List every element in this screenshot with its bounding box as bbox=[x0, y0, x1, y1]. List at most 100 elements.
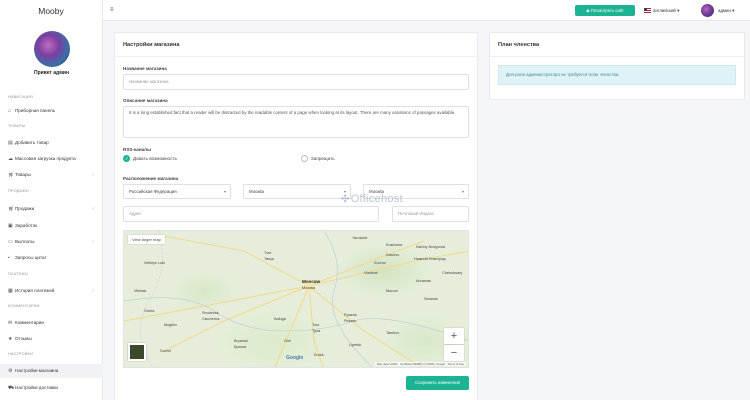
membership-notice: Для роли администратора не требуется пла… bbox=[498, 65, 736, 85]
map-label-vladimir: Vladimir bbox=[364, 271, 378, 275]
map-label-ryazan-ru: Рязань bbox=[344, 319, 357, 323]
map-label-nizhny-ru: Нижний Новгород bbox=[414, 257, 446, 261]
map-label-yaroslavl: Yaroslavl bbox=[352, 236, 368, 240]
wallet-icon: ▣ bbox=[8, 223, 13, 229]
map-label-tula-ru: Тула bbox=[312, 329, 321, 333]
address-input[interactable]: Адрес bbox=[123, 206, 379, 222]
map-zoom-out-button[interactable]: − bbox=[444, 345, 464, 361]
sidebar-item-comments[interactable]: ✉ Комментарии bbox=[0, 316, 103, 330]
store-description-label: Описание магазина bbox=[123, 98, 168, 103]
sidebar-item-products[interactable]: 🛒︎Товары ‹ bbox=[0, 168, 103, 182]
map-label-kovrov: Kovrov bbox=[374, 261, 386, 265]
map-satellite-toggle[interactable] bbox=[128, 343, 146, 361]
chevron-left-icon: ‹ bbox=[92, 172, 94, 178]
sidebar-item-add-product[interactable]: ▤ Добавить товар bbox=[0, 136, 103, 150]
divider bbox=[490, 56, 744, 57]
card-title-membership: План членства bbox=[498, 42, 540, 48]
save-changes-button[interactable]: Сохранить изменения bbox=[406, 376, 469, 390]
map-label-moscow-ru: Москва bbox=[302, 286, 315, 290]
star-icon: ★ bbox=[8, 336, 13, 342]
radio-checked-icon bbox=[123, 155, 130, 163]
nav-section-comments: КОММЕНТАРИИ bbox=[8, 304, 40, 308]
map-label-kursk: Kursk bbox=[314, 353, 324, 357]
caret-down-icon: ▾ bbox=[677, 8, 680, 13]
map-attribution[interactable]: Map data ©2022 · GeoBasis-DE/BKG (©2009)… bbox=[374, 362, 466, 366]
map-label-ivanovo: Ivanovo bbox=[386, 253, 400, 257]
sidebar-item-bulk-upload[interactable]: ☁ Массовая загрузка продукта bbox=[0, 152, 103, 166]
store-location-label: Расположение магазина bbox=[123, 176, 179, 181]
caret-down-icon: ▾ bbox=[732, 8, 735, 13]
map-label-cheboksary: Cheboksary bbox=[442, 271, 463, 275]
chevron-left-icon: ‹ bbox=[92, 239, 94, 245]
money-icon: ▪ bbox=[8, 255, 10, 261]
home-icon: ⌂ bbox=[8, 108, 12, 114]
map-zoom-in-button[interactable]: + bbox=[444, 328, 464, 344]
nav-section-products: ТОВАРЫ bbox=[8, 124, 26, 128]
view-site-button[interactable]: ◉ Посмотреть сайт bbox=[575, 5, 635, 16]
shopping-cart-icon: 🛒︎ bbox=[8, 172, 15, 178]
truck-icon: ⛟ bbox=[8, 385, 15, 391]
view-larger-map-button[interactable]: View larger map bbox=[128, 235, 165, 244]
caret-down-icon: ▾ bbox=[461, 189, 464, 194]
map-roads bbox=[124, 231, 468, 367]
file-icon: ▤ bbox=[8, 140, 13, 146]
map-label-smolensk: Smolensk bbox=[202, 311, 219, 315]
map-label-saransk: Saransk bbox=[424, 297, 438, 301]
us-flag-icon bbox=[644, 8, 651, 14]
map-label-tula: Tula bbox=[312, 323, 320, 327]
sidebar-item-earnings[interactable]: ▣ Заработок bbox=[0, 219, 103, 233]
menu-toggle-icon[interactable]: ≡ bbox=[110, 7, 114, 13]
map-label-kostroma: Kostroma bbox=[386, 243, 403, 247]
country-select[interactable]: Российская Федерация ▾ bbox=[123, 184, 231, 199]
map-label-nizhny: Nizhny Novgorod bbox=[416, 245, 446, 249]
store-name-input[interactable]: Название магазина bbox=[123, 74, 469, 90]
chevron-left-icon: ‹ bbox=[92, 288, 94, 294]
map-label-ryazan: Ryazan bbox=[344, 313, 357, 317]
map-label-orsha: Orsha bbox=[144, 309, 155, 313]
rss-disable-radio[interactable]: Запрещать bbox=[301, 155, 335, 163]
region-select[interactable]: Москва ▾ bbox=[243, 184, 351, 199]
store-location-map[interactable]: View larger map Moscow Москва Nizhny Nov… bbox=[123, 230, 469, 368]
nav-section-sales: ПРОДАЖИ bbox=[8, 189, 29, 193]
credit-card-icon: ▭ bbox=[8, 239, 13, 245]
brand-logo[interactable]: Mooby bbox=[0, 0, 102, 22]
sidebar-item-payouts[interactable]: ▭ Выплаты ‹ bbox=[0, 235, 103, 249]
map-label-mogilev: Mogilev bbox=[164, 323, 178, 327]
map-label-smolensk-ru: Смоленск bbox=[202, 317, 220, 321]
sidebar-item-shipping-settings[interactable]: ⛟Настройки доставки bbox=[0, 381, 103, 395]
sidebar-item-reviews[interactable]: ★ Отзывы bbox=[0, 332, 103, 346]
sidebar-item-quote-requests[interactable]: ▪ Запросы цитат bbox=[0, 251, 103, 265]
card-title-store-settings: Настройки магазина bbox=[123, 42, 180, 48]
map-label-vitebsk: Vitebsk bbox=[134, 289, 147, 293]
comments-icon: ✉ bbox=[8, 320, 13, 326]
sidebar-item-payment-history[interactable]: ▦ История платежей ‹ bbox=[0, 284, 103, 298]
language-selector[interactable]: английский ▾ bbox=[644, 5, 679, 16]
sidebar-item-store-settings[interactable]: ⚙ Настройки магазина bbox=[0, 364, 103, 378]
eye-icon: ◉ bbox=[586, 8, 590, 13]
user-menu[interactable]: админ ▾ bbox=[718, 5, 734, 16]
map-label-moscow: Moscow bbox=[302, 279, 321, 284]
map-label-murom: Murom bbox=[386, 289, 398, 293]
map-label-tambov: Tambov bbox=[386, 331, 400, 335]
sidebar-item-sales[interactable]: 🛒︎Продажи ‹ bbox=[0, 202, 103, 216]
upload-icon: ☁ bbox=[8, 156, 13, 162]
map-label-tver-ru: Тверь bbox=[264, 257, 275, 261]
rss-enable-radio[interactable]: Давать возможность bbox=[123, 155, 177, 163]
store-description-textarea[interactable]: It is a long established fact that a rea… bbox=[123, 106, 469, 138]
sidebar-item-dashboard[interactable]: ⌂ Приборная панель bbox=[0, 104, 103, 118]
divider bbox=[115, 56, 477, 57]
avatar[interactable] bbox=[34, 31, 70, 67]
google-logo: Google bbox=[286, 355, 304, 361]
map-label-gomel: Gomel bbox=[160, 349, 172, 353]
top-bar: ≡ ◉ Посмотреть сайт английский ▾ админ ▾ bbox=[103, 0, 750, 21]
zip-code-input[interactable]: Почтовый Индекс bbox=[392, 206, 469, 222]
watermark: ✣Officehost bbox=[341, 193, 404, 205]
rss-label: RSS-каналы bbox=[123, 147, 151, 152]
chevron-left-icon: ‹ bbox=[92, 206, 94, 212]
table-icon: ▦ bbox=[8, 288, 13, 294]
gear-icon: ⚙ bbox=[8, 368, 13, 374]
map-label-tver: Tver bbox=[264, 251, 272, 255]
user-avatar[interactable] bbox=[701, 4, 714, 17]
map-label-bryansk-ru: Брянск bbox=[234, 345, 247, 349]
sidebar: Mooby Привет админ НАВИГАЦИЯ ⌂ Приборная … bbox=[0, 0, 103, 400]
